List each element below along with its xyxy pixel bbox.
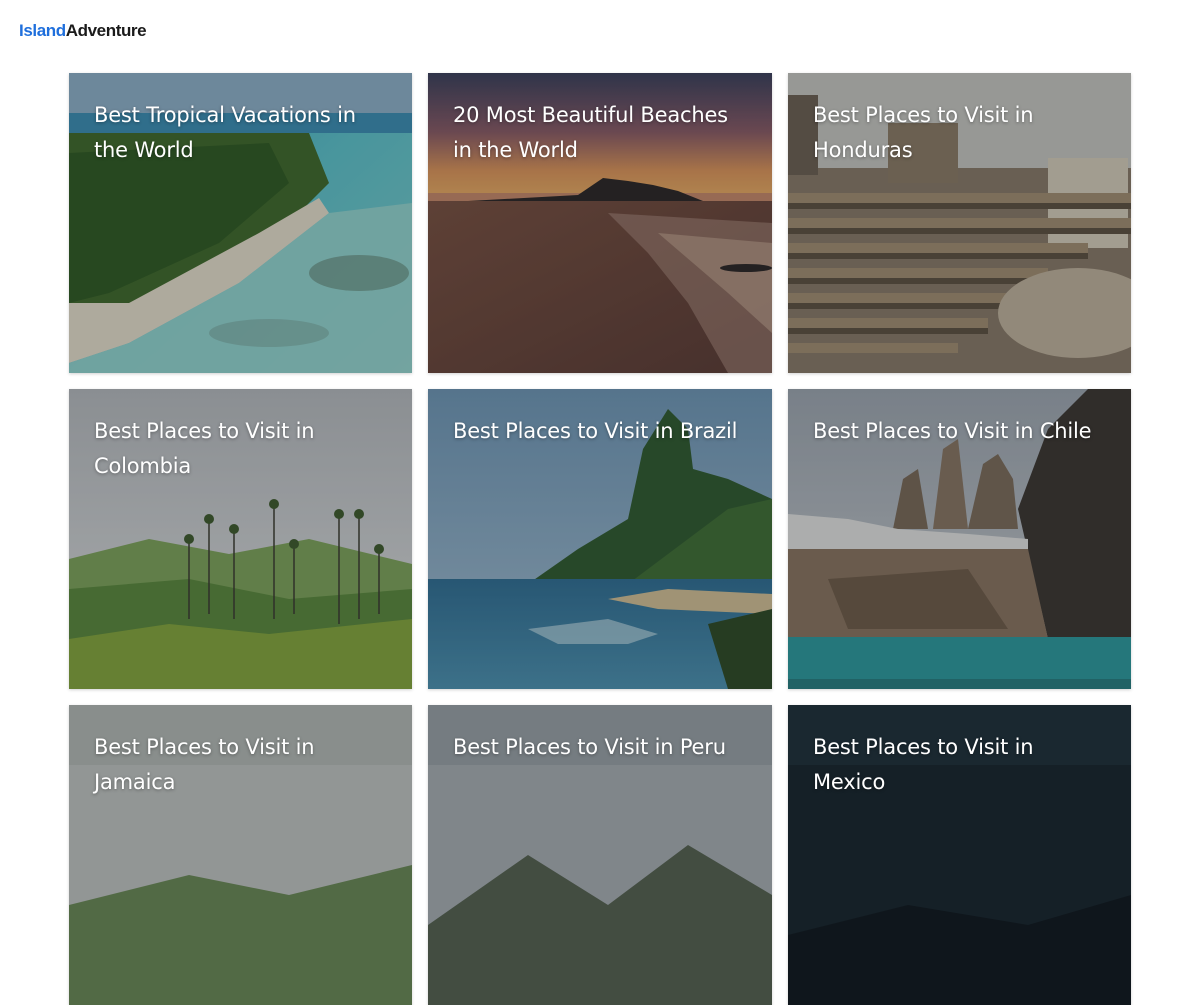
article-card[interactable]: Best Places to Visit in Brazil xyxy=(428,389,772,689)
site-logo[interactable]: IslandAdventure xyxy=(19,20,147,42)
article-card[interactable]: Best Places to Visit in Honduras xyxy=(788,73,1131,373)
article-card[interactable]: Best Places to Visit in Colombia xyxy=(69,389,412,689)
article-card[interactable]: Best Places to Visit in Mexico xyxy=(788,705,1131,1005)
logo-island-text: Island xyxy=(19,21,66,40)
site-header: IslandAdventure xyxy=(0,0,1200,62)
article-card[interactable]: Best Tropical Vacations in the World xyxy=(69,73,412,373)
card-title: Best Places to Visit in Peru xyxy=(453,735,726,759)
logo-adventure-text: Adventure xyxy=(65,21,147,40)
article-card[interactable]: Best Places to Visit in Chile xyxy=(788,389,1131,689)
card-title: Best Places to Visit in Mexico xyxy=(813,735,1034,794)
article-card[interactable]: Best Places to Visit in Peru xyxy=(428,705,772,1005)
article-grid: Best Tropical Vacations in the World 20 … xyxy=(69,73,1131,1005)
article-card[interactable]: 20 Most Beautiful Beaches in the World xyxy=(428,73,772,373)
card-title: Best Places to Visit in Jamaica xyxy=(94,735,315,794)
card-title: Best Places to Visit in Brazil xyxy=(453,419,738,443)
card-title: Best Tropical Vacations in the World xyxy=(94,103,356,162)
article-card[interactable]: Best Places to Visit in Jamaica xyxy=(69,705,412,1005)
card-title: 20 Most Beautiful Beaches in the World xyxy=(453,103,728,162)
card-title: Best Places to Visit in Colombia xyxy=(94,419,315,478)
card-title: Best Places to Visit in Chile xyxy=(813,419,1092,443)
card-title: Best Places to Visit in Honduras xyxy=(813,103,1034,162)
